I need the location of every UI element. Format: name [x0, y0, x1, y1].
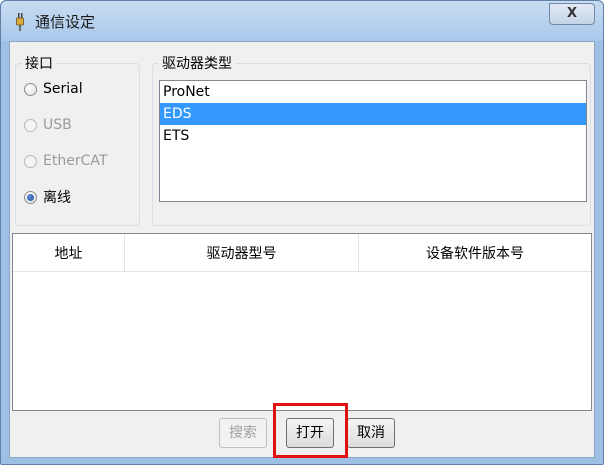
table-header: 地址 驱动器型号 设备软件版本号 — [13, 234, 591, 272]
driver-type-legend: 驱动器类型 — [159, 53, 235, 73]
radio-button-selected-icon — [24, 190, 37, 204]
column-header-driver-model[interactable]: 驱动器型号 — [125, 234, 359, 272]
radio-label: USB — [43, 117, 72, 133]
interface-legend: 接口 — [22, 53, 56, 73]
close-button[interactable]: X — [549, 3, 595, 25]
column-header-firmware-version[interactable]: 设备软件版本号 — [359, 234, 591, 272]
dialog-body: 接口 Serial USB EtherCAT 离线 驱动器类型 ProNet E… — [9, 41, 595, 458]
radio-label: 离线 — [43, 190, 71, 206]
driver-type-listbox[interactable]: ProNet EDS ETS — [159, 80, 587, 202]
window-title: 通信设定 — [35, 13, 96, 31]
radio-label: Serial — [43, 81, 83, 97]
list-item-pronet[interactable]: ProNet — [160, 81, 586, 103]
device-table[interactable]: 地址 驱动器型号 设备软件版本号 — [12, 233, 592, 411]
list-item-eds[interactable]: EDS — [160, 103, 586, 125]
radio-button-icon — [24, 154, 37, 168]
list-item-ets[interactable]: ETS — [160, 125, 586, 147]
radio-usb[interactable]: USB — [24, 114, 72, 136]
radio-button-icon — [24, 82, 37, 96]
radio-offline[interactable]: 离线 — [24, 186, 71, 208]
search-button[interactable]: 搜索 — [219, 418, 267, 448]
column-header-address[interactable]: 地址 — [13, 234, 125, 272]
interface-groupbox: 接口 Serial USB EtherCAT 离线 — [15, 53, 140, 226]
radio-button-icon — [24, 118, 37, 132]
radio-serial[interactable]: Serial — [24, 78, 83, 100]
highlight-annotation — [273, 403, 348, 458]
plug-icon — [16, 13, 24, 31]
cancel-button[interactable]: 取消 — [347, 418, 395, 448]
dialog-window: 通信设定 X 接口 Serial USB EtherCAT 离线 驱动器类型 P… — [0, 0, 604, 465]
radio-label: EtherCAT — [43, 153, 108, 169]
radio-ethercat[interactable]: EtherCAT — [24, 150, 107, 172]
driver-type-groupbox: 驱动器类型 ProNet EDS ETS — [152, 53, 591, 226]
title-bar[interactable]: 通信设定 X — [1, 1, 603, 41]
